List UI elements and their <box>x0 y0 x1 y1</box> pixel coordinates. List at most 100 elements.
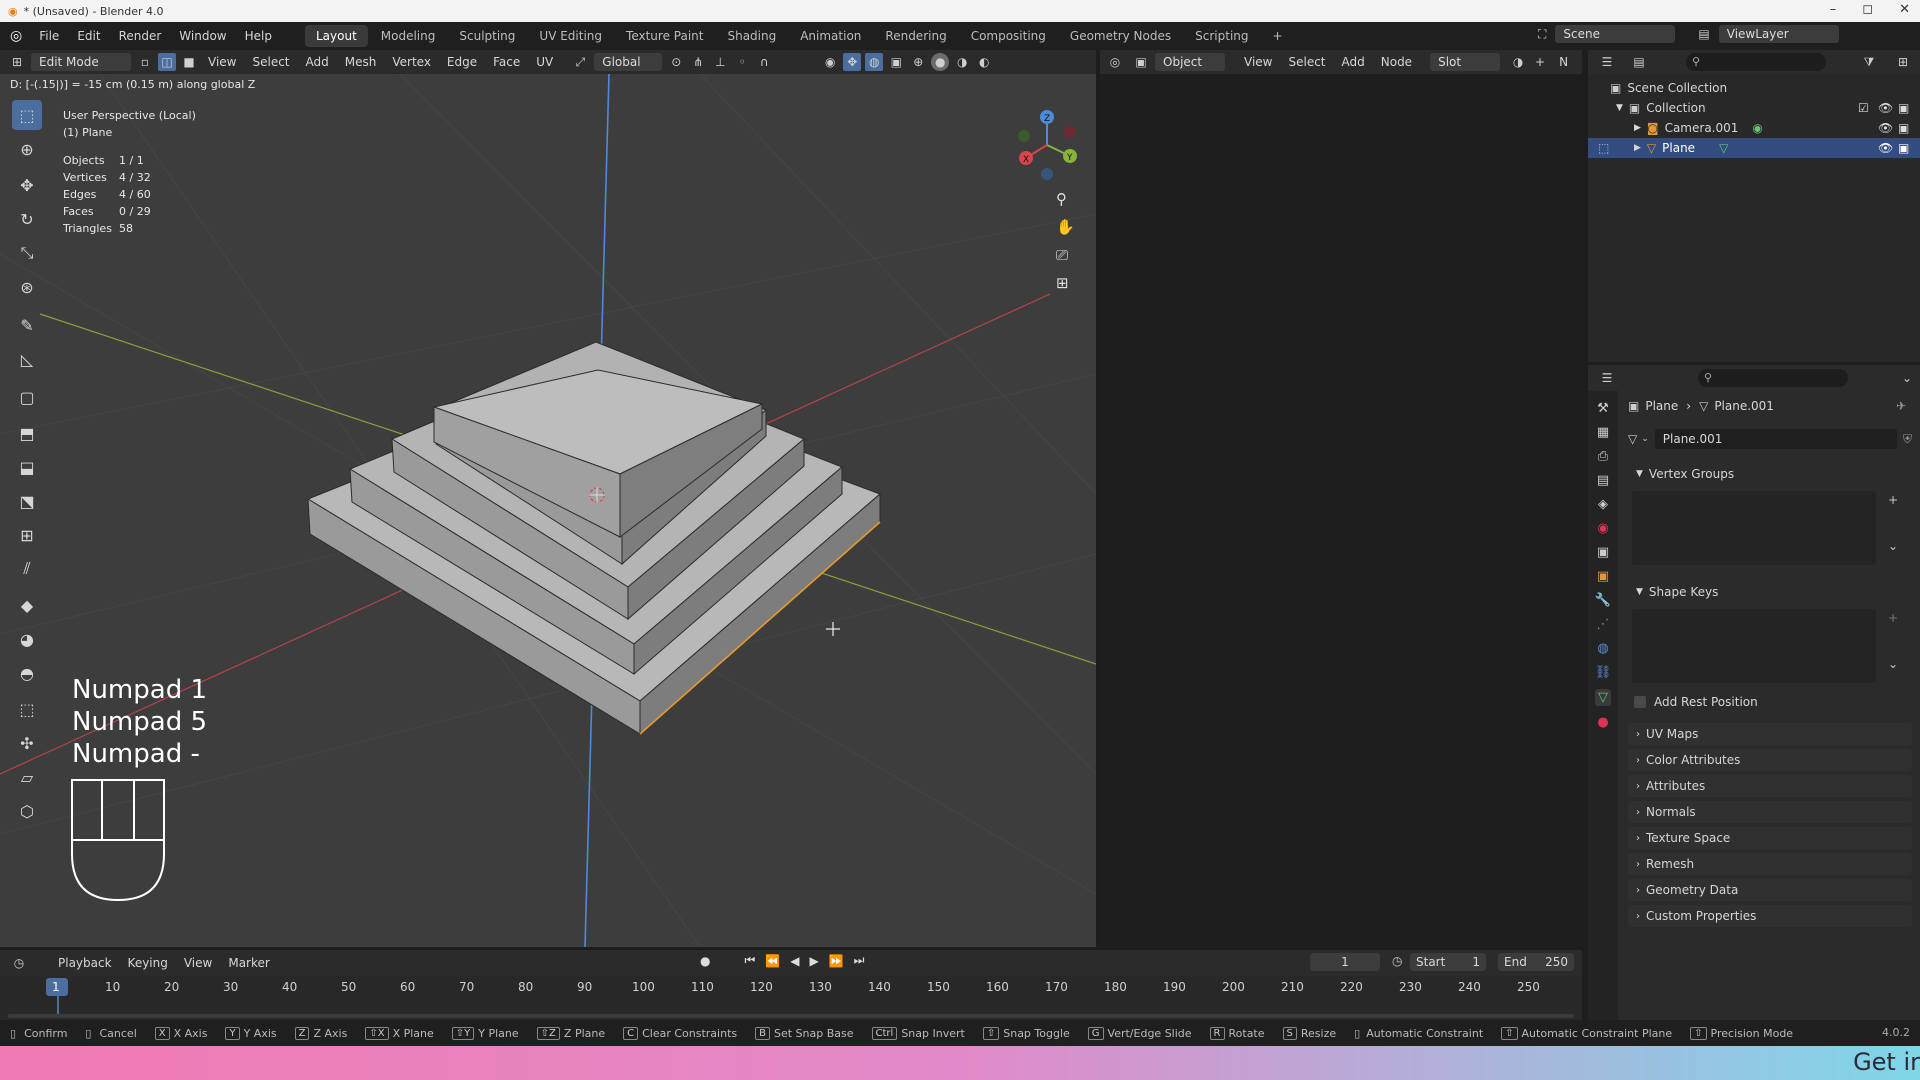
menu-render[interactable]: Render <box>110 22 171 50</box>
transform-tool-icon[interactable]: ⊛ <box>12 272 42 302</box>
select-box-tool-icon[interactable]: ⬚ <box>12 100 42 130</box>
shader-type-selector[interactable]: Object <box>1155 53 1225 71</box>
jump-end-icon[interactable]: ⏭ <box>854 953 865 968</box>
expand-arrow-icon[interactable]: ▶ <box>1634 123 1641 133</box>
menu-node[interactable]: Node <box>1373 50 1420 74</box>
rip-tool-icon[interactable]: ⬡ <box>12 796 42 826</box>
close-button[interactable]: ✕ <box>1899 2 1910 17</box>
mesh-data-icon[interactable]: ▽ <box>1628 432 1637 446</box>
loop-cut-tool-icon[interactable]: ⊞ <box>12 520 42 550</box>
tab-layout[interactable]: Layout <box>304 25 368 47</box>
node-editor[interactable] <box>1100 74 1582 947</box>
menu-add[interactable]: Add <box>1334 50 1373 74</box>
editor-type-icon[interactable]: ☰ <box>1598 53 1616 71</box>
eye-icon[interactable]: 👁 <box>1878 121 1893 135</box>
overlay-toggle-icon[interactable]: ◍ <box>865 53 884 71</box>
record-icon[interactable]: ● <box>700 954 710 968</box>
menu-add[interactable]: Add <box>298 50 337 74</box>
outliner-row-plane[interactable]: ⬚ ▶ ▽ Plane ▽ 👁 ▣ <box>1588 138 1920 158</box>
expand-arrow-icon[interactable]: ▶ <box>1634 143 1641 153</box>
checkbox-icon[interactable]: ☑ <box>1858 101 1869 115</box>
menu-uv[interactable]: UV <box>528 50 561 74</box>
next-keyframe-icon[interactable]: ⏩ <box>829 954 844 968</box>
fake-user-shield-icon[interactable]: ⛨ <box>1903 432 1912 447</box>
physics-tab-icon[interactable]: ◍ <box>1597 641 1608 656</box>
material-tab-icon[interactable]: ● <box>1597 715 1608 730</box>
outliner-row-scene-collection[interactable]: ▣ Scene Collection <box>1588 78 1920 98</box>
jump-start-icon[interactable]: ⏮ <box>744 953 755 968</box>
measure-tool-icon[interactable]: ◺ <box>12 344 42 374</box>
snap-icon[interactable]: ⋔ <box>689 53 707 71</box>
transform-orientation-selector[interactable]: Global <box>594 53 663 71</box>
spin-tool-icon[interactable]: ◕ <box>12 624 42 654</box>
vertex-select-icon[interactable]: ▫ <box>136 53 154 71</box>
poly-build-tool-icon[interactable]: ◆ <box>12 590 42 620</box>
menu-view[interactable]: View <box>1236 50 1280 74</box>
rendered-shading-icon[interactable]: ◐ <box>975 53 993 71</box>
menu-edit[interactable]: Edit <box>68 22 109 50</box>
play-reverse-icon[interactable]: ◀ <box>790 954 799 968</box>
knife-tool-icon[interactable]: ⫽ <box>12 554 42 584</box>
outliner-search-input[interactable]: ⚲ <box>1686 53 1826 71</box>
navigation-gizmo[interactable]: Z Y X <box>1010 108 1084 182</box>
tab-scripting[interactable]: Scripting <box>1184 25 1259 47</box>
shrink-fatten-tool-icon[interactable]: ✣ <box>12 728 42 758</box>
tab-uv-editing[interactable]: UV Editing <box>528 25 613 47</box>
mode-selector[interactable]: Edit Mode <box>31 53 131 71</box>
object-tab-icon[interactable]: ▣ <box>1597 569 1609 584</box>
shape-keys-panel-header[interactable]: ▼ Shape Keys <box>1628 581 1912 603</box>
inset-tool-icon[interactable]: ⬓ <box>12 452 42 482</box>
play-icon[interactable]: ▶ <box>809 954 818 968</box>
menu-help[interactable]: Help <box>236 22 281 50</box>
vertex-groups-panel-header[interactable]: ▼ Vertex Groups <box>1628 463 1912 485</box>
shape-keys-list[interactable] <box>1632 609 1876 683</box>
gizmo-toggle-icon[interactable]: ✥ <box>843 53 862 71</box>
outliner-row-collection[interactable]: ▼ ▣ Collection ☑ 👁 ▣ <box>1588 98 1920 118</box>
snap-target-icon[interactable]: ⊥ <box>711 53 729 71</box>
custom-properties-panel-header[interactable]: › Custom Properties <box>1628 905 1912 927</box>
pivot-point-icon[interactable]: ⊙ <box>667 53 685 71</box>
tab-texture-paint[interactable]: Texture Paint <box>615 25 714 47</box>
mesh-data-icon[interactable]: ▽ <box>1719 141 1728 155</box>
view-layer-tab-icon[interactable]: ▤ <box>1597 473 1609 488</box>
gizmo-neg-y-icon[interactable] <box>1018 130 1030 142</box>
add-workspace-button[interactable]: + <box>1262 25 1294 47</box>
menu-edge[interactable]: Edge <box>439 50 485 74</box>
tab-rendering[interactable]: Rendering <box>874 25 957 47</box>
scale-tool-icon[interactable]: ⤡ <box>12 238 42 268</box>
menu-view[interactable]: View <box>176 951 220 975</box>
menu-view[interactable]: View <box>200 50 244 74</box>
edge-select-icon[interactable]: ◫ <box>158 53 176 71</box>
editor-type-icon[interactable]: ◎ <box>1106 53 1124 71</box>
timeline-scrollbar[interactable] <box>8 1014 1574 1018</box>
scene-selector[interactable]: Scene <box>1555 25 1676 43</box>
outliner-row-camera[interactable]: ▶ ◙ Camera.001 ◉ 👁 ▣ <box>1588 118 1920 138</box>
eye-icon[interactable]: 👁 <box>1878 141 1893 155</box>
proportional-edit-icon[interactable]: ◦ <box>733 53 751 71</box>
properties-search-input[interactable]: ⚲ <box>1698 369 1848 387</box>
editor-type-icon[interactable]: ◷ <box>10 954 28 972</box>
menu-vertex[interactable]: Vertex <box>384 50 439 74</box>
menu-marker[interactable]: Marker <box>220 951 277 975</box>
move-tool-icon[interactable]: ✥ <box>12 170 42 200</box>
tool-tab-icon[interactable]: ⚒ <box>1597 401 1609 416</box>
mesh-data-tab-icon[interactable]: ▽ <box>1595 689 1611 706</box>
display-mode-icon[interactable]: ▤ <box>1630 53 1648 71</box>
edit-mode-icon[interactable]: ⬚ <box>1598 141 1609 155</box>
constraints-tab-icon[interactable]: ⛓ <box>1595 665 1612 680</box>
options-chevron-icon[interactable]: ⌄ <box>1898 369 1916 387</box>
editor-type-icon[interactable]: ☰ <box>1598 369 1616 387</box>
camera-render-icon[interactable]: ▣ <box>1898 141 1909 155</box>
eye-icon[interactable]: 👁 <box>1878 101 1893 115</box>
color-attributes-panel-header[interactable]: › Color Attributes <box>1628 749 1912 771</box>
attributes-panel-header[interactable]: › Attributes <box>1628 775 1912 797</box>
visibility-icon[interactable]: ◉ <box>821 53 839 71</box>
geometry-data-panel-header[interactable]: › Geometry Data <box>1628 879 1912 901</box>
camera-view-icon[interactable]: ⎚ <box>1056 246 1075 264</box>
camera-data-icon[interactable]: ◉ <box>1752 121 1762 135</box>
pan-hand-icon[interactable]: ✋ <box>1056 218 1075 236</box>
extrude-tool-icon[interactable]: ⬒ <box>12 418 42 448</box>
shape-key-menu-icon[interactable]: ⌄ <box>1888 657 1898 671</box>
menu-select[interactable]: Select <box>244 50 297 74</box>
wireframe-shading-icon[interactable]: ⊕ <box>909 53 927 71</box>
